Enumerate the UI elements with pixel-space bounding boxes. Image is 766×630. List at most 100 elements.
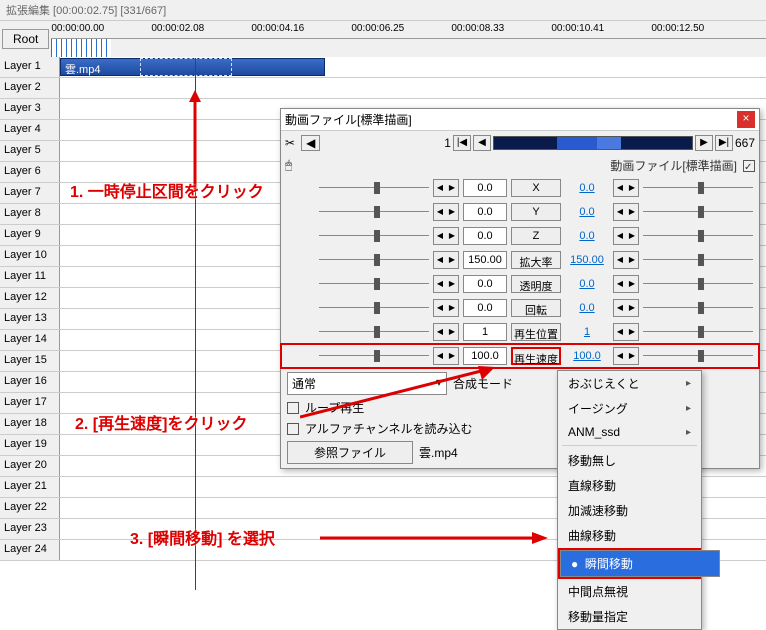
param-name-button[interactable]: Z <box>511 227 561 245</box>
slider-right[interactable] <box>643 252 753 268</box>
spin-up-icon[interactable]: ▶ <box>446 180 458 196</box>
slider-left[interactable] <box>319 180 429 196</box>
value-right[interactable]: 0.0 <box>565 302 609 314</box>
value-left[interactable]: 0.0 <box>463 275 507 293</box>
layer-row[interactable]: Layer 2 <box>0 78 766 99</box>
slider-right[interactable] <box>643 324 753 340</box>
layer-label[interactable]: Layer 3 <box>0 99 60 119</box>
layer-label[interactable]: Layer 12 <box>0 288 60 308</box>
param-name-button[interactable]: 再生速度 <box>511 347 561 365</box>
param-name-button[interactable]: 拡大率 <box>511 251 561 269</box>
slider-right[interactable] <box>643 276 753 292</box>
clip-segment[interactable] <box>140 58 232 76</box>
spin-up-icon[interactable]: ▶ <box>446 300 458 316</box>
layer-label[interactable]: Layer 24 <box>0 540 60 560</box>
value-left[interactable]: 0.0 <box>463 179 507 197</box>
menu-item[interactable]: 直線移動 <box>558 473 701 498</box>
layer-label[interactable]: Layer 11 <box>0 267 60 287</box>
layer-track[interactable] <box>60 78 766 98</box>
spin-up-icon[interactable]: ▶ <box>446 204 458 220</box>
param-name-button[interactable]: 透明度 <box>511 275 561 293</box>
layer-track[interactable]: 雲.mp4 <box>60 57 766 77</box>
spin-up-icon[interactable]: ▶ <box>626 228 638 244</box>
layer-label[interactable]: Layer 15 <box>0 351 60 371</box>
spin-up-icon[interactable]: ▶ <box>626 348 638 364</box>
layer-label[interactable]: Layer 2 <box>0 78 60 98</box>
spin-up-icon[interactable]: ▶ <box>626 180 638 196</box>
spin-down-icon[interactable]: ◀ <box>614 324 626 340</box>
spin-down-icon[interactable]: ◀ <box>614 276 626 292</box>
spin-down-icon[interactable]: ◀ <box>434 228 446 244</box>
layer-label[interactable]: Layer 16 <box>0 372 60 392</box>
menu-item[interactable]: 加減速移動 <box>558 498 701 523</box>
menu-item[interactable]: 中間点無視 <box>558 579 701 604</box>
spin-up-icon[interactable]: ▶ <box>626 252 638 268</box>
menu-item[interactable]: ● 瞬間移動 <box>560 550 720 577</box>
layer-label[interactable]: Layer 4 <box>0 120 60 140</box>
loop-checkbox[interactable] <box>287 402 299 414</box>
layer-label[interactable]: Layer 10 <box>0 246 60 266</box>
ref-file-button[interactable]: 参照ファイル <box>287 441 413 464</box>
layer-label[interactable]: Layer 1 <box>0 57 60 77</box>
param-name-button[interactable]: 再生位置 <box>511 323 561 341</box>
layer-label[interactable]: Layer 22 <box>0 498 60 518</box>
layer-label[interactable]: Layer 20 <box>0 456 60 476</box>
time-ruler[interactable]: 00:00:00.0000:00:02.0800:00:04.1600:00:0… <box>51 21 766 57</box>
spin-down-icon[interactable]: ◀ <box>614 300 626 316</box>
frame-last-icon[interactable]: ▶| <box>715 135 733 151</box>
spin-up-icon[interactable]: ▶ <box>446 324 458 340</box>
slider-right[interactable] <box>643 204 753 220</box>
slider-right[interactable] <box>643 348 753 364</box>
spin-down-icon[interactable]: ◀ <box>614 180 626 196</box>
alpha-checkbox[interactable] <box>287 423 299 435</box>
slider-right[interactable] <box>643 300 753 316</box>
spin-down-icon[interactable]: ◀ <box>614 228 626 244</box>
value-right[interactable]: 0.0 <box>565 182 609 194</box>
root-button[interactable]: Root <box>2 29 49 49</box>
spin-down-icon[interactable]: ◀ <box>434 204 446 220</box>
menu-item[interactable]: 曲線移動 <box>558 523 701 548</box>
param-name-button[interactable]: X <box>511 179 561 197</box>
value-left[interactable]: 0.0 <box>463 299 507 317</box>
scissors-icon[interactable]: ✂ <box>285 136 295 150</box>
spin-up-icon[interactable]: ▶ <box>626 276 638 292</box>
slider-left[interactable] <box>319 228 429 244</box>
layer-label[interactable]: Layer 17 <box>0 393 60 413</box>
close-icon[interactable]: × <box>737 111 755 128</box>
spin-down-icon[interactable]: ◀ <box>614 348 626 364</box>
mouse-icon[interactable]: 🖱 <box>285 158 292 173</box>
slider-left[interactable] <box>319 324 429 340</box>
value-left[interactable]: 0.0 <box>463 227 507 245</box>
layer-label[interactable]: Layer 19 <box>0 435 60 455</box>
spin-down-icon[interactable]: ◀ <box>434 324 446 340</box>
slider-left[interactable] <box>319 252 429 268</box>
slider-right[interactable] <box>643 180 753 196</box>
layer-label[interactable]: Layer 18 <box>0 414 60 434</box>
frame-prev-icon[interactable]: ◀ <box>473 135 491 151</box>
spin-down-icon[interactable]: ◀ <box>614 204 626 220</box>
spin-up-icon[interactable]: ▶ <box>446 252 458 268</box>
menu-item[interactable]: 移動量指定 <box>558 604 701 629</box>
spin-up-icon[interactable]: ▶ <box>626 204 638 220</box>
value-right[interactable]: 0.0 <box>565 230 609 242</box>
spin-down-icon[interactable]: ◀ <box>434 300 446 316</box>
frame-next-icon[interactable]: ▶ <box>695 135 713 151</box>
frame-first-icon[interactable]: |◀ <box>453 135 471 151</box>
menu-item[interactable]: おぶじえくと <box>558 371 701 396</box>
value-right[interactable]: 100.0 <box>565 350 609 362</box>
spin-up-icon[interactable]: ▶ <box>446 276 458 292</box>
layer-label[interactable]: Layer 13 <box>0 309 60 329</box>
value-right[interactable]: 0.0 <box>565 206 609 218</box>
layer-label[interactable]: Layer 6 <box>0 162 60 182</box>
value-left[interactable]: 0.0 <box>463 203 507 221</box>
slider-right[interactable] <box>643 228 753 244</box>
enable-checkbox[interactable] <box>743 160 755 172</box>
value-left[interactable]: 150.00 <box>463 251 507 269</box>
spin-up-icon[interactable]: ▶ <box>626 300 638 316</box>
spin-up-icon[interactable]: ▶ <box>626 324 638 340</box>
frame-progress[interactable] <box>493 136 693 150</box>
value-left[interactable]: 1 <box>463 323 507 341</box>
spin-down-icon[interactable]: ◀ <box>434 276 446 292</box>
layer-label[interactable]: Layer 7 <box>0 183 60 203</box>
back-icon[interactable]: ◀ <box>301 135 320 151</box>
